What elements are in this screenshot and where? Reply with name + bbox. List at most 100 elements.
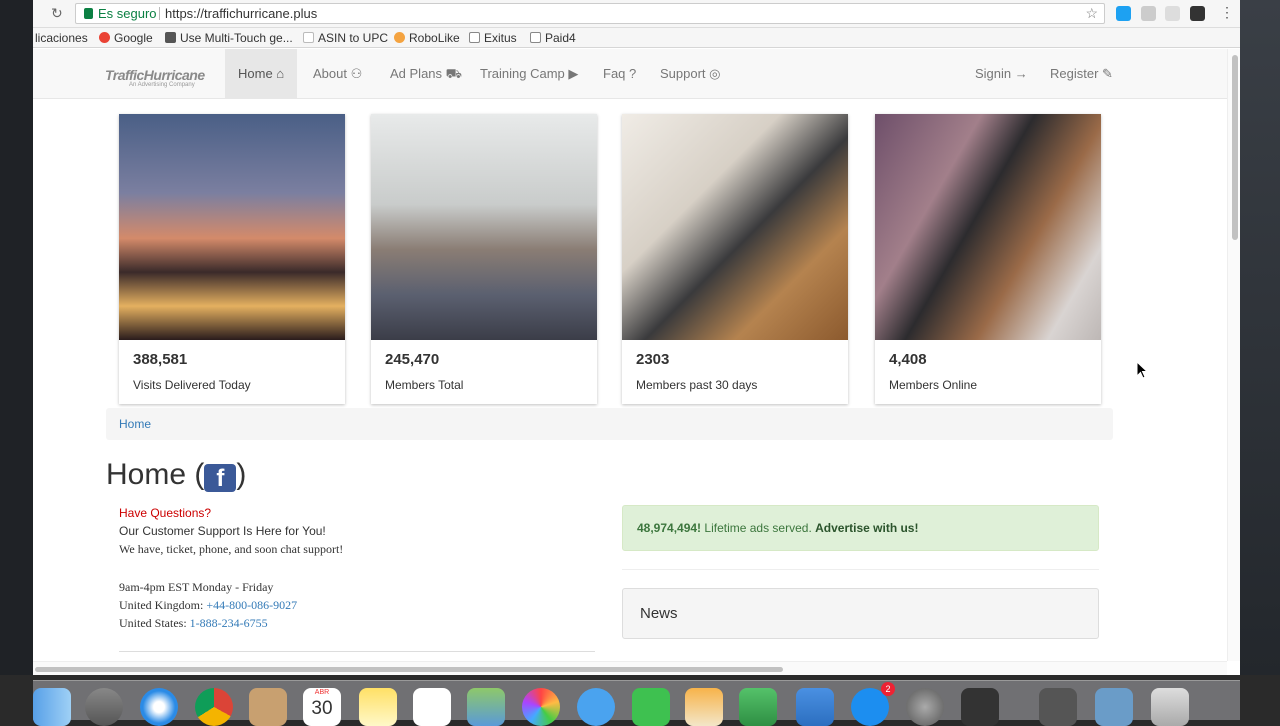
- reload-icon[interactable]: ↻: [51, 5, 67, 21]
- nav-register[interactable]: Register ✎: [1037, 49, 1126, 99]
- facetime-icon[interactable]: [632, 688, 670, 726]
- profile-extension-icon[interactable]: [1190, 6, 1205, 21]
- contacts-icon[interactable]: [249, 688, 287, 726]
- numbers-icon[interactable]: [739, 688, 777, 726]
- maps-icon[interactable]: [467, 688, 505, 726]
- lock-icon: [84, 8, 93, 19]
- bookmark-label: Use Multi-Touch ge...: [180, 31, 293, 45]
- downloads-stack-icon[interactable]: [1039, 688, 1077, 726]
- messages-icon[interactable]: [577, 688, 615, 726]
- bookmark-exitus[interactable]: Exitus: [469, 31, 517, 45]
- finder-icon[interactable]: [33, 688, 71, 726]
- advertise-link[interactable]: Advertise with us!: [815, 521, 918, 535]
- horizontal-scroll-thumb[interactable]: [35, 667, 783, 672]
- breadcrumb-home[interactable]: Home: [119, 417, 151, 431]
- desktop-left-edge: [0, 0, 33, 675]
- url-text[interactable]: https://traffichurricane.plus: [165, 4, 317, 23]
- nav-home[interactable]: Home ⌂: [225, 49, 298, 99]
- omnibox[interactable]: Es seguro https://traffichurricane.plus …: [75, 3, 1105, 24]
- divider: [119, 651, 595, 652]
- ads-served-alert: 48,974,494! Lifetime ads served. Adverti…: [622, 505, 1099, 551]
- extension-icon[interactable]: [1141, 6, 1156, 21]
- photos-icon[interactable]: [522, 688, 560, 726]
- bookmark-paid4[interactable]: Paid4: [530, 31, 576, 45]
- have-questions-heading: Have Questions?: [119, 506, 212, 520]
- us-label: United States:: [119, 616, 190, 630]
- bookmark-label: Google: [114, 31, 153, 45]
- app-store-icon[interactable]: 2: [851, 682, 895, 726]
- uk-label: United Kingdom:: [119, 598, 207, 612]
- meeting-image: [371, 114, 597, 340]
- divider: [622, 569, 1099, 570]
- folder-stack-icon[interactable]: [1095, 688, 1133, 726]
- folder-icon: [469, 32, 480, 43]
- stat-card-members-online: 4,408 Members Online: [875, 114, 1101, 404]
- nav-ad-plans[interactable]: Ad Plans ⛟: [377, 49, 475, 99]
- bookmark-apps[interactable]: licaciones: [35, 31, 88, 45]
- horizontal-scrollbar[interactable]: [33, 661, 1227, 675]
- video-editor-icon[interactable]: [961, 688, 999, 726]
- apple-icon: [165, 32, 176, 43]
- site-logo[interactable]: TrafficHurricane: [105, 67, 205, 83]
- bookmark-label: Exitus: [484, 31, 517, 45]
- keynote-icon[interactable]: [796, 688, 834, 726]
- stat-label: Members Total: [385, 378, 464, 392]
- calendar-icon[interactable]: ABR 30: [303, 688, 341, 726]
- browser-window: ↻ Es seguro https://traffichurricane.plu…: [33, 0, 1240, 675]
- page-title-text: Home (: [106, 458, 205, 491]
- chrome-icon[interactable]: [195, 688, 233, 726]
- nav-training-camp[interactable]: Training Camp ▶: [467, 49, 591, 99]
- bookmark-asin[interactable]: ASIN to UPC: [303, 31, 388, 45]
- site-logo-tagline: An Advertising Company: [129, 82, 195, 88]
- launchpad-icon[interactable]: [85, 688, 123, 726]
- bookmark-star-icon[interactable]: ☆: [1085, 4, 1098, 23]
- facebook-icon[interactable]: f: [204, 464, 237, 492]
- news-panel-heading: News: [622, 588, 1099, 639]
- stat-label: Visits Delivered Today: [133, 378, 251, 392]
- stat-label: Members past 30 days: [636, 378, 758, 392]
- safari-icon[interactable]: [140, 688, 178, 726]
- google-icon: [99, 32, 110, 43]
- nav-about[interactable]: About ⚇: [300, 49, 375, 99]
- pages-icon[interactable]: [685, 688, 723, 726]
- stat-value: 4,408: [889, 351, 927, 368]
- bookmark-multitouch[interactable]: Use Multi-Touch ge...: [165, 31, 293, 45]
- ads-served-text: Lifetime ads served.: [701, 521, 816, 535]
- bookmark-google[interactable]: Google: [99, 31, 153, 45]
- stat-value: 2303: [636, 351, 670, 368]
- secure-label: Es seguro: [98, 6, 157, 21]
- stat-card-members-30-days: 2303 Members past 30 days: [622, 114, 848, 404]
- uk-contact: United Kingdom: +44-800-086-9027: [119, 598, 297, 613]
- bookmark-label: licaciones: [35, 31, 88, 45]
- folder-icon: [530, 32, 541, 43]
- uk-phone-link[interactable]: +44-800-086-9027: [206, 598, 297, 612]
- city-night-image: [119, 114, 345, 340]
- us-phone-link[interactable]: 1-888-234-6755: [190, 616, 268, 630]
- address-bar: ↻ Es seguro https://traffichurricane.plu…: [33, 0, 1240, 28]
- system-preferences-icon[interactable]: [906, 688, 944, 726]
- chrome-menu-icon[interactable]: ⋮: [1220, 4, 1234, 21]
- vertical-scroll-thumb[interactable]: [1232, 55, 1238, 240]
- bookmark-label: RoboLike: [409, 31, 460, 45]
- notes-icon[interactable]: [359, 688, 397, 726]
- desktop-right-edge: [1240, 0, 1280, 675]
- twitter-extension-icon[interactable]: [1116, 6, 1131, 21]
- stat-value: 388,581: [133, 351, 188, 368]
- nav-signin[interactable]: Signin →: [962, 49, 1041, 99]
- stat-label: Members Online: [889, 378, 978, 392]
- nav-faq[interactable]: Faq ?: [590, 49, 649, 99]
- support-hours: 9am-4pm EST Monday - Friday: [119, 580, 274, 594]
- laptop-image: [622, 114, 848, 340]
- bookmark-label: Paid4: [545, 31, 576, 45]
- app-store-badge: 2: [881, 682, 895, 696]
- breadcrumb: Home: [106, 408, 1113, 440]
- support-line: Our Customer Support Is Here for You!: [119, 524, 326, 538]
- nav-support[interactable]: Support ◎: [647, 49, 734, 99]
- vertical-scrollbar[interactable]: [1227, 49, 1240, 661]
- stat-card-members-total: 245,470 Members Total: [371, 114, 597, 404]
- extension-icon[interactable]: [1165, 6, 1180, 21]
- reminders-icon[interactable]: [413, 688, 451, 726]
- omnibox-separator: [159, 7, 160, 20]
- bookmark-robolike[interactable]: RoboLike: [394, 31, 460, 45]
- trash-icon[interactable]: [1151, 688, 1189, 726]
